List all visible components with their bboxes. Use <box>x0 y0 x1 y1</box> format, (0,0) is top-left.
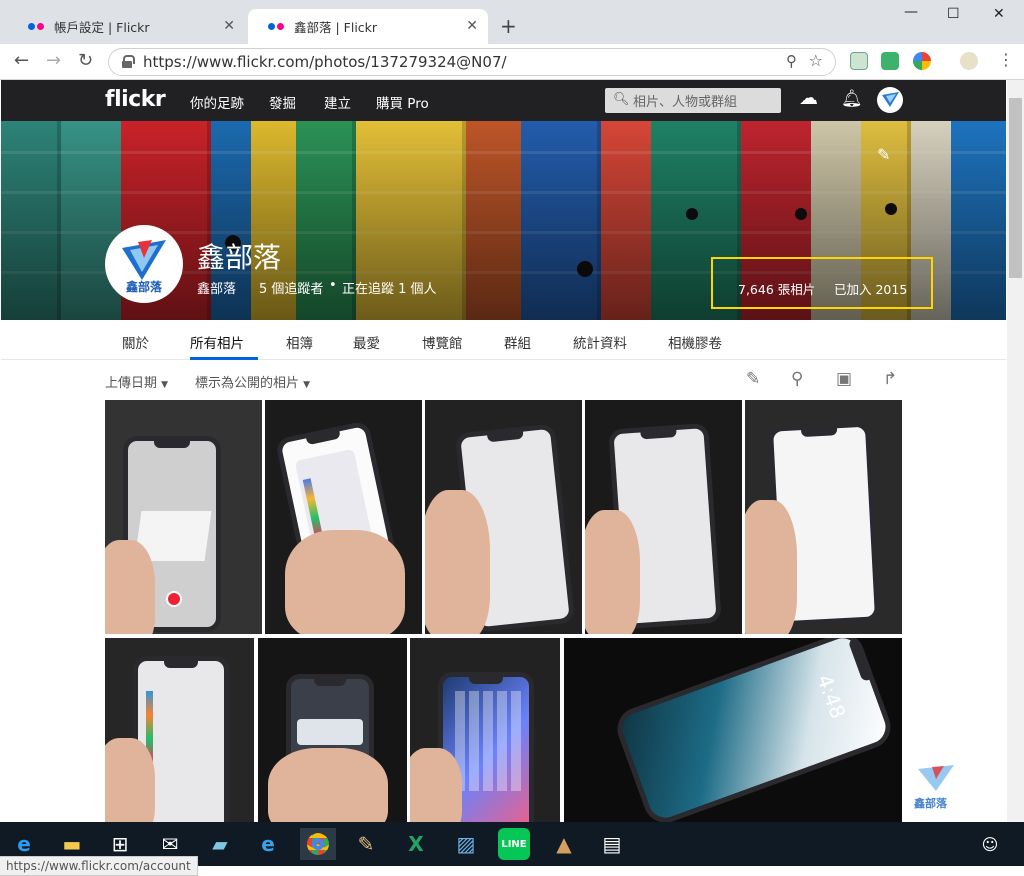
document-icon[interactable]: ▤ <box>596 828 628 860</box>
photos-icon[interactable]: ▨ <box>450 828 482 860</box>
chrome-icon[interactable] <box>300 828 336 860</box>
tab-about[interactable]: 關於 <box>122 332 149 352</box>
separator-dot: • <box>329 278 337 293</box>
edit-pencil-icon[interactable]: ✎ <box>746 369 760 389</box>
edit-cover-pencil-icon[interactable]: ✎ <box>877 145 890 164</box>
photo-thumbnail[interactable] <box>410 638 560 822</box>
photo-thumbnail[interactable] <box>425 400 582 634</box>
tab-profile[interactable]: 鑫部落 | Flickr ✕ <box>248 9 488 44</box>
tab-albums[interactable]: 相簿 <box>286 332 313 352</box>
extension-icon[interactable] <box>881 52 899 70</box>
photo-thumbnail[interactable] <box>745 400 902 634</box>
profile-icon[interactable] <box>960 52 978 70</box>
visibility-label: 標示為公開的相片 <box>195 376 300 391</box>
active-tab-underline <box>190 357 258 360</box>
scrollbar-thumb[interactable] <box>1009 98 1022 278</box>
excel-icon[interactable]: X <box>400 828 432 860</box>
profile-username: 鑫部落 <box>197 282 237 297</box>
photo-count: 7,646 張相片 <box>738 282 816 297</box>
search-icon: 🔍︎ <box>613 92 630 107</box>
followers-link[interactable]: 5 個追蹤者 <box>259 278 323 297</box>
notes-icon[interactable]: ▰ <box>204 828 236 860</box>
flickr-favicon-icon <box>28 23 44 30</box>
forward-icon[interactable]: → <box>46 50 61 71</box>
watermark-text: 鑫部落 <box>914 797 947 810</box>
close-window-icon[interactable]: ✕ <box>993 6 1005 22</box>
app-icon[interactable]: ▲ <box>548 828 580 860</box>
browser-tab-bar: 帳戶設定 | Flickr ✕ 鑫部落 | Flickr ✕ + — ☐ ✕ <box>0 0 1024 44</box>
lock-icon <box>122 55 135 68</box>
tab-label: 鑫部落 | Flickr <box>294 20 378 35</box>
close-tab-icon[interactable]: ✕ <box>466 18 478 34</box>
avatar-text: 鑫部落 <box>125 280 162 294</box>
flickr-logo[interactable]: flickr <box>105 87 166 112</box>
header-avatar[interactable] <box>877 87 903 113</box>
back-icon[interactable]: ← <box>14 50 29 71</box>
nav-you[interactable]: 你的足跡 <box>190 92 244 112</box>
tab-faves[interactable]: 最愛 <box>353 332 380 352</box>
photo-thumbnail[interactable] <box>585 400 742 634</box>
share-icon[interactable]: ↱ <box>883 369 897 389</box>
visibility-dropdown[interactable]: 標示為公開的相片 ▼ <box>195 372 310 391</box>
extension-icon[interactable] <box>850 52 868 70</box>
sort-label: 上傳日期 <box>105 376 158 391</box>
tab-account-settings[interactable]: 帳戶設定 | Flickr ✕ <box>8 9 245 44</box>
address-bar[interactable]: https://www.flickr.com/photos/137279324@… <box>108 48 836 76</box>
nav-create[interactable]: 建立 <box>324 92 351 112</box>
menu-kebab-icon[interactable]: ⋮ <box>998 50 1014 69</box>
search-input[interactable]: 🔍︎ 相片、人物或群組 <box>605 88 781 113</box>
tab-groups[interactable]: 群組 <box>504 332 531 352</box>
browser-toolbar: ← → ↻ https://www.flickr.com/photos/1372… <box>0 44 1024 80</box>
maximize-icon[interactable]: ☐ <box>947 6 960 22</box>
page-scrollbar[interactable] <box>1007 80 1024 822</box>
notifications-bell-icon[interactable]: 🔔︎ <box>841 89 863 109</box>
photo-thumbnail[interactable]: 4:48 <box>564 638 902 822</box>
phone-clock-text: 4:48 <box>812 671 851 722</box>
url-text: https://www.flickr.com/photos/137279324@… <box>143 53 507 71</box>
upload-cloud-icon[interactable]: ☁ <box>799 87 818 109</box>
search-icon[interactable]: ⚲ <box>791 369 803 389</box>
tab-galleries[interactable]: 博覽館 <box>422 332 463 352</box>
tab-stats[interactable]: 統計資料 <box>573 332 627 352</box>
photo-thumbnail[interactable] <box>265 400 422 634</box>
slideshow-icon[interactable]: ▣ <box>836 369 852 389</box>
people-icon[interactable]: ☺ <box>974 828 1006 860</box>
joined-year: 已加入 2015 <box>834 282 908 297</box>
zoom-icon[interactable]: ⚲ <box>786 52 797 70</box>
flickr-header: flickr 你的足跡 發掘 建立 購買 Pro 🔍︎ 相片、人物或群組 ☁ 🔔… <box>1 80 1006 121</box>
search-placeholder: 相片、人物或群組 <box>633 95 738 110</box>
line-app-icon[interactable]: LINE <box>498 828 530 860</box>
paint-icon[interactable]: ✎ <box>350 828 382 860</box>
chevron-down-icon: ▼ <box>303 380 311 390</box>
following-link[interactable]: 正在追蹤 1 個人 <box>342 278 437 297</box>
new-tab-button[interactable]: + <box>500 14 517 38</box>
close-tab-icon[interactable]: ✕ <box>223 18 235 34</box>
tab-camera-roll[interactable]: 相機膠卷 <box>668 332 722 352</box>
bookmark-star-icon[interactable]: ☆ <box>809 51 823 70</box>
internet-explorer-icon[interactable]: e <box>252 828 284 860</box>
photo-thumbnail[interactable] <box>105 638 254 822</box>
profile-subnav: 關於 所有相片 相簿 最愛 博覽館 群組 統計資料 相機膠卷 <box>1 320 1006 360</box>
sort-dropdown[interactable]: 上傳日期 ▼ <box>105 372 168 391</box>
status-bar-url: https://www.flickr.com/account <box>0 856 198 876</box>
tab-label: 帳戶設定 | Flickr <box>54 20 150 35</box>
watermark-logo: 鑫部落 <box>912 763 960 811</box>
profile-name: 鑫部落 <box>197 241 282 274</box>
nav-explore[interactable]: 發掘 <box>269 92 296 112</box>
nav-get-pro[interactable]: 購買 Pro <box>376 92 429 112</box>
minimize-icon[interactable]: — <box>904 4 918 20</box>
chevron-down-icon: ▼ <box>161 380 169 390</box>
flickr-favicon-icon <box>268 23 284 30</box>
photo-thumbnail[interactable] <box>258 638 407 822</box>
tab-photostream[interactable]: 所有相片 <box>190 332 244 352</box>
profile-avatar[interactable]: 鑫部落 <box>105 225 183 303</box>
reload-icon[interactable]: ↻ <box>78 50 93 71</box>
extension-icon[interactable] <box>913 52 931 70</box>
photo-thumbnail[interactable] <box>105 400 262 634</box>
